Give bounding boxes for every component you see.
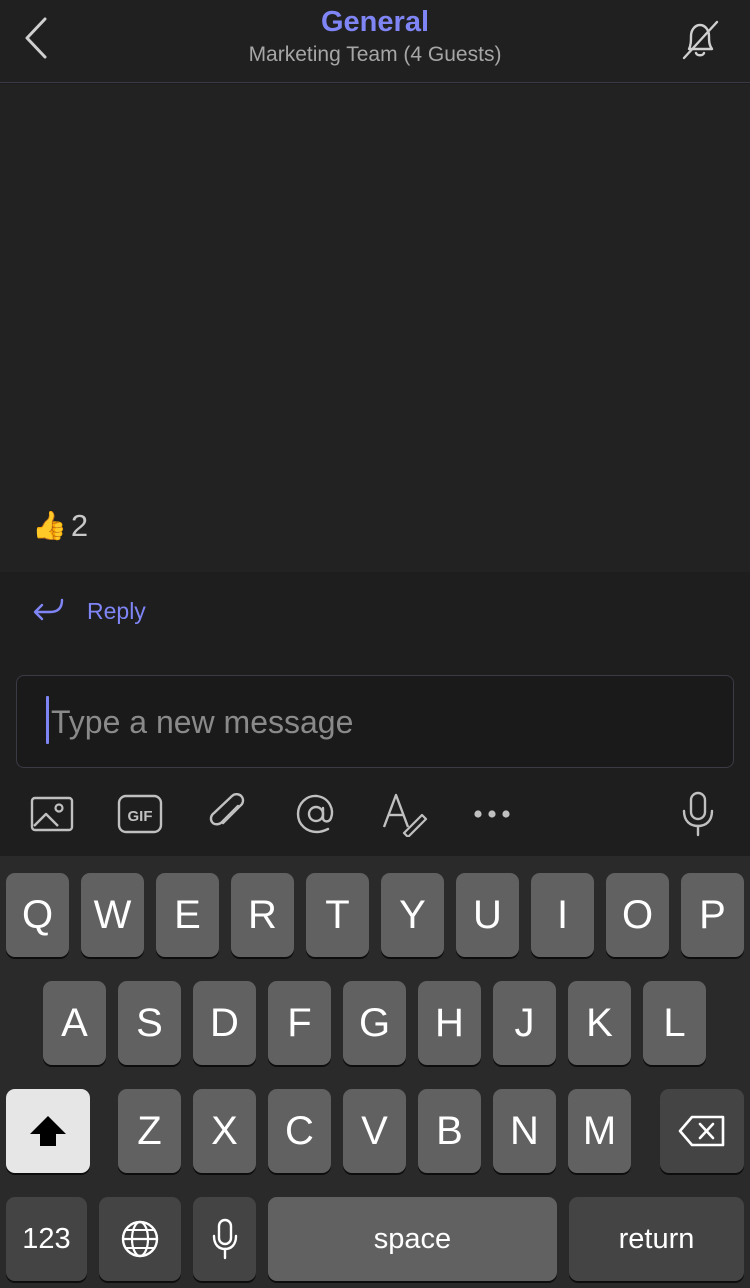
reply-bar[interactable]: Reply [0,572,750,654]
paperclip-icon [209,793,245,826]
image-button[interactable] [26,788,78,840]
key-s[interactable]: S [118,981,181,1065]
microphone-icon [682,791,714,837]
key-e[interactable]: E [156,873,219,957]
key-y[interactable]: Y [381,873,444,957]
reply-label[interactable]: Reply [87,597,146,625]
key-g[interactable]: G [343,981,406,1065]
dictation-key[interactable] [193,1197,256,1281]
bell-off-icon [682,20,719,60]
team-subtitle: Marketing Team (4 Guests) [248,43,502,66]
key-l[interactable]: L [643,981,706,1065]
reply-arrow-icon [33,598,64,621]
compose-toolbar: GIF [0,784,750,842]
shift-key[interactable] [6,1089,90,1173]
space-key[interactable]: space [268,1197,557,1281]
gif-label: GIF [128,808,153,825]
key-q[interactable]: Q [6,873,69,957]
key-t[interactable]: T [306,873,369,957]
mention-button[interactable] [290,788,342,840]
key-h[interactable]: H [418,981,481,1065]
on-screen-keyboard: Q W E R T Y U I O P A S D F G H J K L Z … [0,856,750,1288]
key-b[interactable]: B [418,1089,481,1173]
key-j[interactable]: J [493,981,556,1065]
key-k[interactable]: K [568,981,631,1065]
channel-header: General Marketing Team (4 Guests) [0,0,750,83]
return-key[interactable]: return [569,1197,744,1281]
image-icon [30,796,74,832]
gif-icon: GIF [117,794,163,834]
reaction-badge[interactable]: 👍 2 [32,508,88,544]
key-w[interactable]: W [81,873,144,957]
microphone-icon [212,1218,237,1260]
key-m[interactable]: M [568,1089,631,1173]
attach-button[interactable] [202,788,254,840]
more-dots-icon [474,810,510,818]
gif-button[interactable]: GIF [114,788,166,840]
text-caret [46,696,49,744]
reaction-count: 2 [70,508,89,543]
delete-key[interactable] [660,1089,744,1173]
key-d[interactable]: D [193,981,256,1065]
key-p[interactable]: P [681,873,744,957]
key-n[interactable]: N [493,1089,556,1173]
key-i[interactable]: I [531,873,594,957]
shift-arrow-icon [30,1116,66,1146]
globe-key[interactable] [99,1197,181,1281]
key-f[interactable]: F [268,981,331,1065]
key-v[interactable]: V [343,1089,406,1173]
key-x[interactable]: X [193,1089,256,1173]
format-button[interactable] [378,788,430,840]
message-placeholder: Type a new message [51,704,354,740]
key-r[interactable]: R [231,873,294,957]
mute-notifications-button[interactable] [672,12,728,68]
voice-message-button[interactable] [672,788,724,840]
key-z[interactable]: Z [118,1089,181,1173]
thumbs-up-icon: 👍 [32,510,67,541]
message-composer: Type a new message GIF [0,654,750,856]
at-icon [296,794,334,834]
key-a[interactable]: A [43,981,106,1065]
more-options-button[interactable] [466,788,518,840]
title-block: General Marketing Team (4 Guests) [0,4,750,69]
message-input[interactable]: Type a new message [16,675,734,768]
key-c[interactable]: C [268,1089,331,1173]
key-u[interactable]: U [456,873,519,957]
format-text-icon [382,793,428,837]
numbers-key[interactable]: 123 [6,1197,87,1281]
globe-icon [121,1220,159,1258]
channel-title[interactable]: General [0,4,750,40]
message-thread [0,84,750,572]
backspace-icon [678,1115,725,1147]
key-o[interactable]: O [606,873,669,957]
